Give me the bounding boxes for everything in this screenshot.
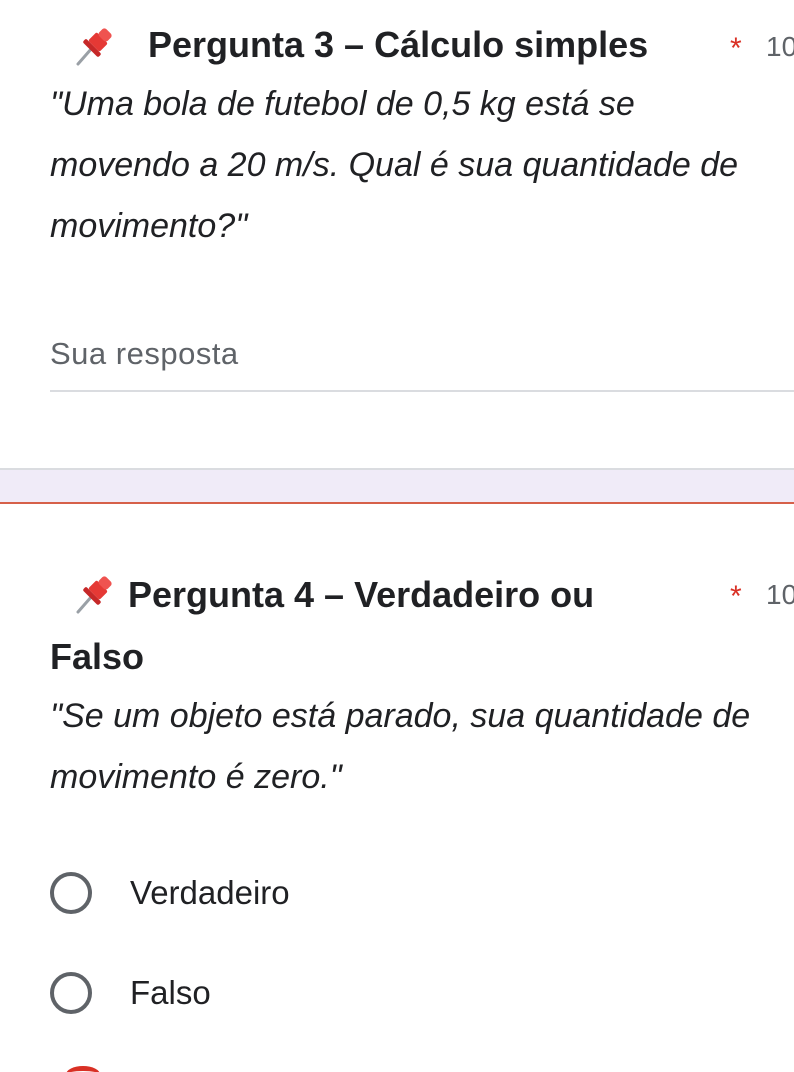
radio-option-falso[interactable]: Falso xyxy=(50,968,750,1024)
option-label: Falso xyxy=(130,974,211,1011)
question-title: Pergunta 3 – Cálculo simples xyxy=(148,24,649,65)
question-title: Pergunta 4 – Verdadeiro ou Falso xyxy=(50,574,595,677)
required-asterisk: * xyxy=(730,580,742,613)
answer-text-input[interactable]: Sua resposta xyxy=(50,326,794,392)
question-header: Pergunta 3 – Cálculo simples * 10 xyxy=(50,22,794,70)
question-description: "Se um objeto está parado, sua quantidad… xyxy=(50,697,751,796)
points-value: 10 xyxy=(766,579,794,610)
answer-placeholder: Sua resposta xyxy=(50,336,239,371)
form-page: Pergunta 3 – Cálculo simples * 10 "Uma b… xyxy=(0,0,794,1072)
option-label: Verdadeiro xyxy=(130,874,290,911)
points-value: 10 xyxy=(766,31,794,62)
radio-button[interactable] xyxy=(50,872,92,914)
pushpin-icon xyxy=(76,28,112,66)
question-header: Pergunta 4 – Verdadeiro ou Falso * 10 xyxy=(50,572,794,682)
required-asterisk: * xyxy=(730,32,742,65)
radio-button[interactable] xyxy=(50,972,92,1014)
card-divider xyxy=(0,468,794,506)
question-description: "Uma bola de futebol de 0,5 kg está se m… xyxy=(50,85,739,245)
radio-option-verdadeiro[interactable]: Verdadeiro xyxy=(50,868,750,924)
question-card-3: Pergunta 3 – Cálculo simples * 10 "Uma b… xyxy=(0,0,794,468)
